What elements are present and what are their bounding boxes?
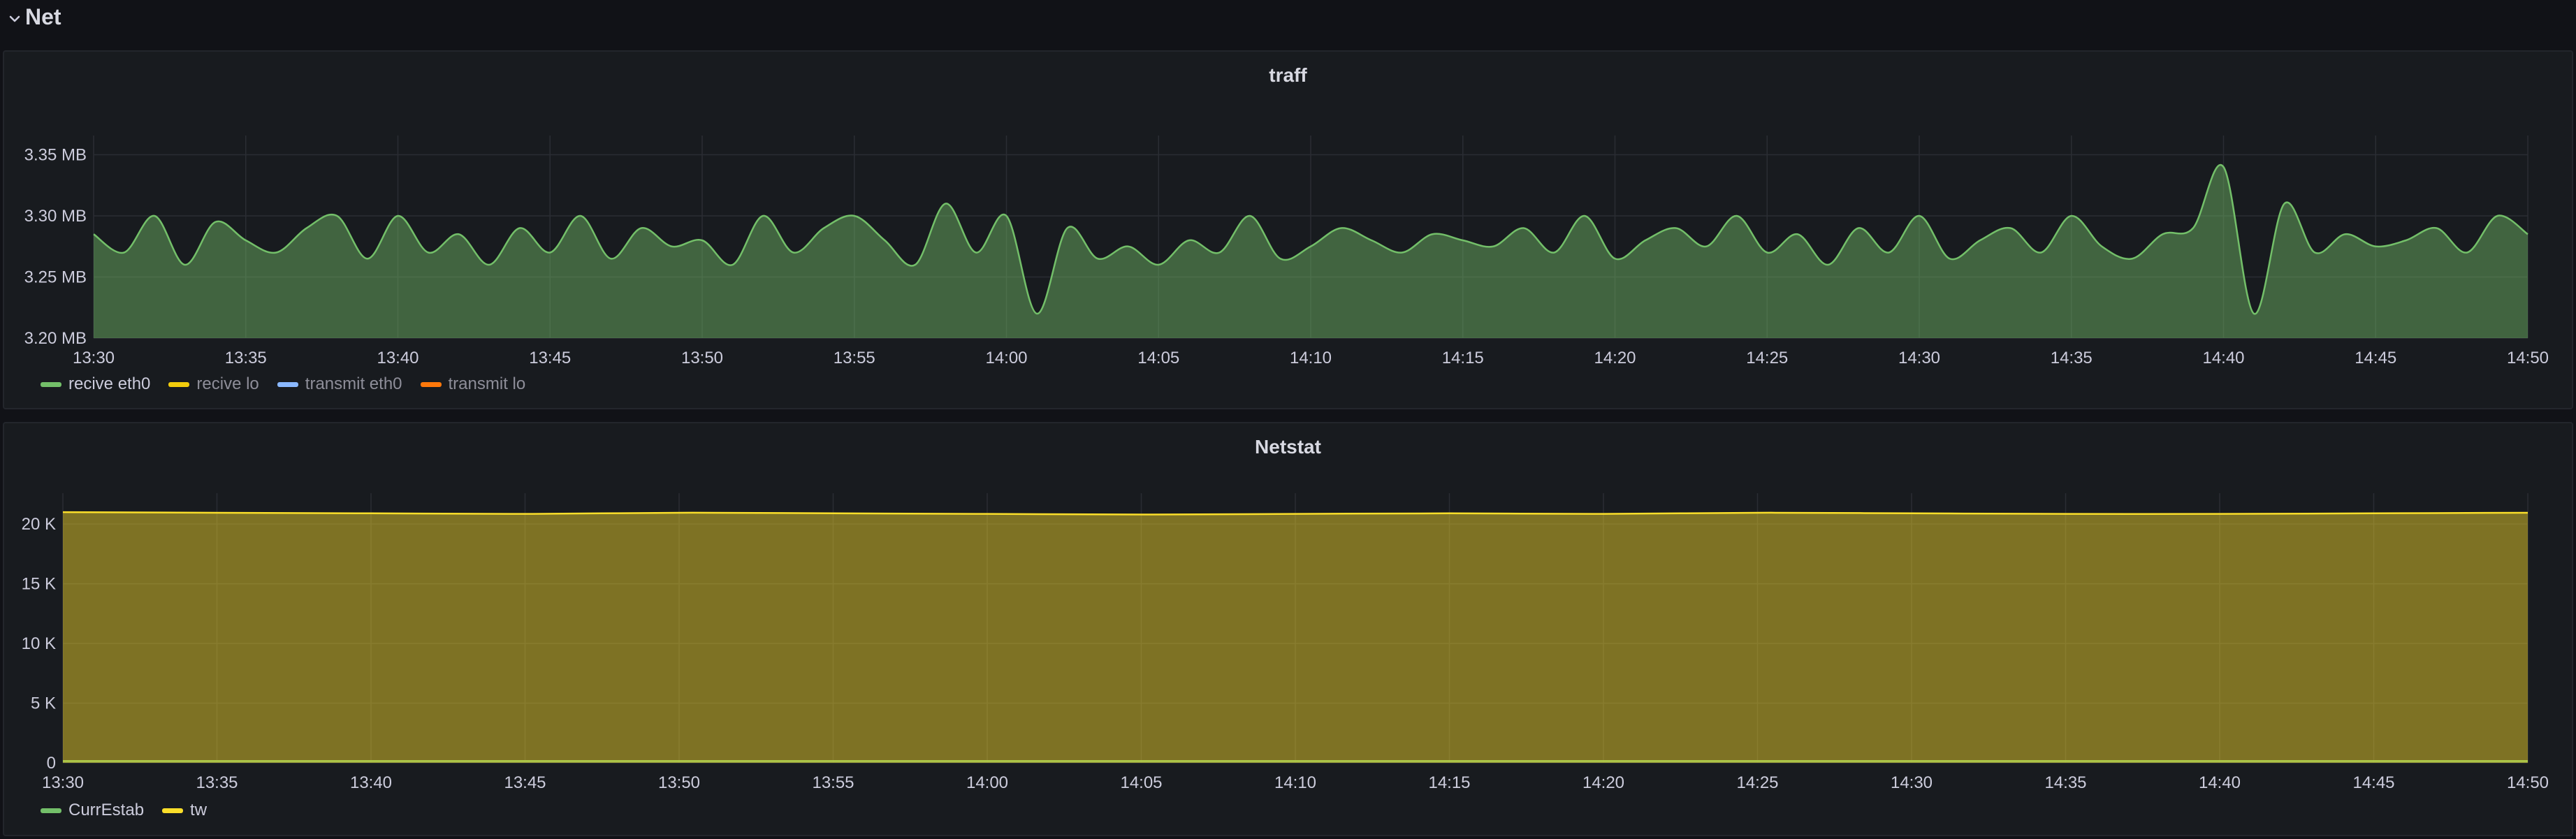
legend-item[interactable]: tw <box>162 801 207 820</box>
x-tick-label: 13:30 <box>42 773 84 792</box>
legend-item[interactable]: recive lo <box>168 374 259 394</box>
legend-label: CurrEstab <box>68 801 145 819</box>
x-tick-label: 13:40 <box>377 349 419 367</box>
legend-item[interactable]: recive eth0 <box>41 374 150 394</box>
chevron-down-icon[interactable] <box>7 11 22 27</box>
x-tick-label: 13:40 <box>350 773 392 792</box>
x-tick-label: 14:20 <box>1582 773 1624 792</box>
x-tick-label: 14:05 <box>1120 773 1162 792</box>
x-tick-label: 14:05 <box>1137 349 1179 367</box>
legend-swatch <box>277 381 298 387</box>
x-tick-label: 14:25 <box>1736 773 1778 792</box>
x-tick-label: 13:50 <box>658 773 700 792</box>
x-tick-label: 14:15 <box>1442 349 1484 367</box>
y-tick-label: 5 K <box>31 694 56 713</box>
x-tick-label: 14:10 <box>1274 773 1316 792</box>
legend-item[interactable]: transmit lo <box>420 374 526 394</box>
y-tick-label: 3.25 MB <box>24 268 87 287</box>
legend-label: transmit eth0 <box>305 374 402 393</box>
x-tick-label: 13:35 <box>196 773 238 792</box>
netstat-chart[interactable]: 0 5 K 10 K 15 K 20 K 13:30 13:35 13:40 13:45 13:5… <box>4 423 2575 838</box>
row-header[interactable]: Net <box>0 0 2576 39</box>
x-tick-label: 14:10 <box>1290 349 1332 367</box>
x-tick-label: 14:40 <box>2199 773 2241 792</box>
x-tick-label: 13:55 <box>812 773 854 792</box>
x-tick-label: 13:30 <box>73 349 115 367</box>
traff-chart[interactable]: 3.20 MB 3.25 MB 3.30 MB 3.35 MB 13:30 13:35 13… <box>4 52 2575 411</box>
legend-swatch <box>41 808 61 813</box>
y-tick-label: 15 K <box>22 575 56 594</box>
x-tick-label: 14:30 <box>1891 773 1933 792</box>
legend-swatch <box>41 381 61 387</box>
legend-swatch <box>420 381 442 387</box>
x-tick-label: 14:35 <box>2051 349 2093 367</box>
row-title[interactable]: Net <box>25 4 61 30</box>
y-tick-label: 3.35 MB <box>24 146 87 165</box>
x-tick-label: 14:45 <box>2352 773 2394 792</box>
x-tick-label: 14:00 <box>985 349 1027 367</box>
legend-label: transmit lo <box>448 374 526 393</box>
x-tick-label: 13:45 <box>504 773 546 792</box>
y-tick-label: 0 <box>47 754 56 773</box>
series-area-tw <box>63 512 2528 763</box>
x-tick-label: 14:00 <box>966 773 1008 792</box>
netstat-legend: CurrEstab tw <box>41 801 207 820</box>
legend-label: tw <box>190 801 208 819</box>
x-tick-label: 13:50 <box>681 349 723 367</box>
legend-swatch <box>162 808 184 813</box>
x-tick-label: 14:25 <box>1746 349 1788 367</box>
legend-swatch <box>168 381 190 387</box>
legend-item[interactable]: CurrEstab <box>41 801 144 820</box>
y-tick-label: 10 K <box>22 634 56 653</box>
y-tick-label: 3.30 MB <box>24 207 87 226</box>
x-tick-label: 14:35 <box>2044 773 2086 792</box>
x-tick-label: 14:40 <box>2202 349 2244 367</box>
x-tick-label: 13:35 <box>225 349 267 367</box>
x-tick-label: 14:45 <box>2355 349 2396 367</box>
legend-item[interactable]: transmit eth0 <box>277 374 402 394</box>
traff-legend: recive eth0 recive lo transmit eth0 transmi… <box>41 374 525 394</box>
x-tick-label: 14:30 <box>1898 349 1940 367</box>
netstat-panel: Netstat 05 K 10 K 15 K 20 K 13:30 13:35 13:40 1… <box>3 422 2573 836</box>
y-tick-label: 20 K <box>22 515 56 534</box>
legend-label: recive lo <box>196 374 259 393</box>
x-tick-label: 14:50 <box>2507 349 2549 367</box>
x-tick-label: 14:15 <box>1428 773 1470 792</box>
x-tick-label: 13:55 <box>834 349 875 367</box>
legend-label: recive eth0 <box>68 374 151 393</box>
x-tick-label: 14:20 <box>1594 349 1636 367</box>
traff-panel: traff 3.20 MB 3.25 MB 3.30 MB 3.35 MB 13:30 1… <box>3 50 2573 409</box>
x-tick-label: 13:45 <box>529 349 571 367</box>
y-tick-label: 3.20 MB <box>24 329 87 348</box>
x-tick-label: 14:50 <box>2507 773 2549 792</box>
